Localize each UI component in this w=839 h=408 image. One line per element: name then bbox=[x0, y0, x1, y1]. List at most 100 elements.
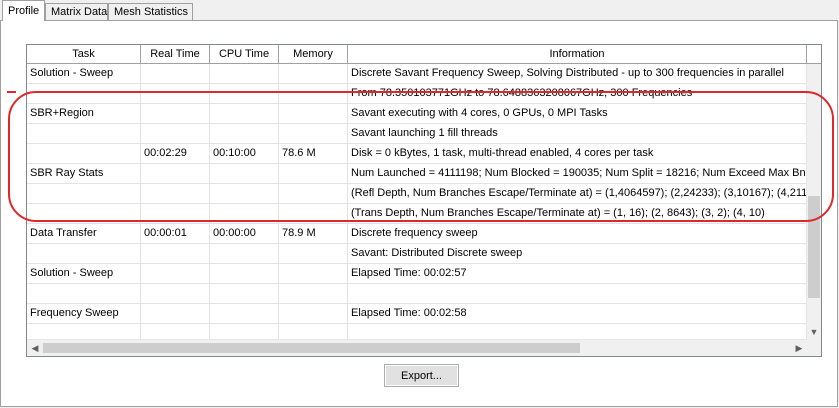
task-cell: SBR+Region bbox=[27, 104, 141, 123]
task-cell bbox=[27, 84, 141, 103]
column-header-real-time[interactable]: Real Time bbox=[141, 45, 210, 63]
task-cell bbox=[27, 124, 141, 143]
table-row[interactable]: Frequency Sweep Elapsed Time: 00:02:58 bbox=[27, 304, 807, 324]
information-cell: Elapsed Time: 00:02:57 bbox=[351, 267, 467, 279]
real-time-cell: 00:00:01 bbox=[141, 224, 210, 243]
memory-cell bbox=[279, 124, 348, 143]
cpu-time-cell bbox=[210, 244, 279, 263]
table-row[interactable]: Solution - Sweep Elapsed Time: 00:02:57 bbox=[27, 264, 807, 284]
cpu-time-cell: 00:00:00 bbox=[210, 224, 279, 243]
real-time-cell bbox=[141, 164, 210, 183]
cpu-time-cell bbox=[210, 64, 279, 83]
memory-cell bbox=[279, 184, 348, 203]
information-cell bbox=[348, 284, 807, 303]
real-time-cell bbox=[141, 64, 210, 83]
tab-mesh-statistics[interactable]: Mesh Statistics bbox=[108, 3, 193, 20]
column-header-task[interactable]: Task bbox=[27, 45, 141, 63]
cpu-time-cell bbox=[210, 84, 279, 103]
real-time-cell bbox=[141, 124, 210, 143]
information-cell: Elapsed Time: 00:02:58 bbox=[351, 307, 467, 319]
task-cell bbox=[27, 244, 141, 263]
table-row[interactable]: Data Transfer 00:00:01 00:00:00 78.9 M Discr… bbox=[27, 224, 807, 244]
information-cell: Discrete frequency sweep bbox=[351, 227, 478, 239]
cpu-time-cell bbox=[210, 284, 279, 303]
cpu-time-cell bbox=[210, 164, 279, 183]
real-time-cell bbox=[141, 204, 210, 223]
memory-cell bbox=[279, 84, 348, 103]
task-cell: Solution - Sweep bbox=[27, 264, 141, 283]
vertical-scroll-thumb[interactable] bbox=[808, 196, 820, 298]
information-cell: (Refl Depth, Num Branches Escape/Termina… bbox=[351, 187, 807, 199]
real-time-cell bbox=[141, 304, 210, 323]
information-cell: From 78.350103771GHz to 78.6488363208067… bbox=[351, 87, 693, 99]
annotation-mark bbox=[7, 91, 16, 93]
tab-strip: Profile Matrix Data Mesh Statistics bbox=[0, 0, 839, 21]
cpu-time-cell bbox=[210, 104, 279, 123]
memory-cell: 78.9 M bbox=[279, 224, 348, 243]
real-time-cell bbox=[141, 84, 210, 103]
cpu-time-cell bbox=[210, 304, 279, 323]
table-row[interactable]: SBR+Region Savant executing with 4 cores,… bbox=[27, 104, 807, 124]
real-time-cell bbox=[141, 184, 210, 203]
table-row[interactable]: From 78.350103771GHz to 78.6488363208067… bbox=[27, 84, 807, 104]
real-time-cell bbox=[141, 244, 210, 263]
real-time-cell bbox=[141, 264, 210, 283]
memory-cell bbox=[279, 64, 348, 83]
task-cell: Data Transfer bbox=[27, 224, 141, 243]
scroll-left-icon[interactable]: ◀ bbox=[28, 341, 42, 355]
profile-grid[interactable]: Task Real Time CPU Time Memory Informati… bbox=[26, 44, 822, 357]
table-row[interactable]: Savant: Distributed Discrete sweep bbox=[27, 244, 807, 264]
memory-cell bbox=[279, 284, 348, 303]
export-button[interactable]: Export... bbox=[384, 364, 459, 387]
task-cell bbox=[27, 144, 141, 163]
cpu-time-cell bbox=[210, 204, 279, 223]
horizontal-scroll-thumb[interactable] bbox=[43, 343, 580, 353]
memory-cell: 78.6 M bbox=[279, 144, 348, 163]
task-cell: Frequency Sweep bbox=[27, 304, 141, 323]
information-cell: Savant executing with 4 cores, 0 GPUs, 0… bbox=[351, 107, 608, 119]
task-cell bbox=[27, 204, 141, 223]
column-header-cpu-time[interactable]: CPU Time bbox=[210, 45, 279, 63]
information-cell: (Trans Depth, Num Branches Escape/Termin… bbox=[351, 207, 765, 219]
memory-cell bbox=[279, 244, 348, 263]
information-cell: Savant: Distributed Discrete sweep bbox=[351, 247, 523, 259]
memory-cell bbox=[279, 164, 348, 183]
task-cell: SBR Ray Stats bbox=[27, 164, 141, 183]
grid-header: Task Real Time CPU Time Memory Informati… bbox=[27, 45, 821, 64]
cpu-time-cell: 00:10:00 bbox=[210, 144, 279, 163]
tab-profile[interactable]: Profile bbox=[2, 0, 45, 21]
horizontal-scrollbar[interactable]: ◀ ▶ bbox=[27, 339, 807, 356]
table-row[interactable]: Savant launching 1 fill threads bbox=[27, 124, 807, 144]
information-cell: Num Launched = 4111198; Num Blocked = 19… bbox=[351, 167, 807, 179]
table-row[interactable]: (Refl Depth, Num Branches Escape/Termina… bbox=[27, 184, 807, 204]
table-row[interactable]: 00:02:29 00:10:00 78.6 M Disk = 0 kBytes, 1… bbox=[27, 144, 807, 164]
task-cell bbox=[27, 284, 141, 303]
real-time-cell bbox=[141, 104, 210, 123]
information-cell: Disk = 0 kBytes, 1 task, multi-thread en… bbox=[351, 147, 654, 159]
task-cell bbox=[27, 184, 141, 203]
real-time-cell bbox=[141, 284, 210, 303]
scrollbar-corner bbox=[807, 340, 821, 356]
information-cell: Savant launching 1 fill threads bbox=[351, 127, 498, 139]
column-header-memory[interactable]: Memory bbox=[279, 45, 348, 63]
task-cell: Solution - Sweep bbox=[27, 64, 141, 83]
vertical-scrollbar[interactable]: ▲ ▼ bbox=[806, 45, 821, 340]
scroll-right-icon[interactable]: ▶ bbox=[792, 341, 806, 355]
cpu-time-cell bbox=[210, 124, 279, 143]
table-row[interactable]: (Trans Depth, Num Branches Escape/Termin… bbox=[27, 204, 807, 224]
table-row[interactable]: Solution - Sweep Discrete Savant Frequenc… bbox=[27, 64, 807, 84]
table-row[interactable] bbox=[27, 284, 807, 304]
real-time-cell: 00:02:29 bbox=[141, 144, 210, 163]
cpu-time-cell bbox=[210, 184, 279, 203]
memory-cell bbox=[279, 264, 348, 283]
column-header-information[interactable]: Information bbox=[348, 45, 807, 63]
memory-cell bbox=[279, 204, 348, 223]
memory-cell bbox=[279, 104, 348, 123]
memory-cell bbox=[279, 304, 348, 323]
table-row[interactable]: SBR Ray Stats Num Launched = 4111198; Num… bbox=[27, 164, 807, 184]
scroll-down-icon[interactable]: ▼ bbox=[807, 325, 821, 339]
information-cell: Discrete Savant Frequency Sweep, Solving… bbox=[351, 67, 784, 79]
grid-rows: Solution - Sweep Discrete Savant Frequenc… bbox=[27, 64, 807, 344]
tab-matrix-data[interactable]: Matrix Data bbox=[45, 3, 108, 20]
cpu-time-cell bbox=[210, 264, 279, 283]
